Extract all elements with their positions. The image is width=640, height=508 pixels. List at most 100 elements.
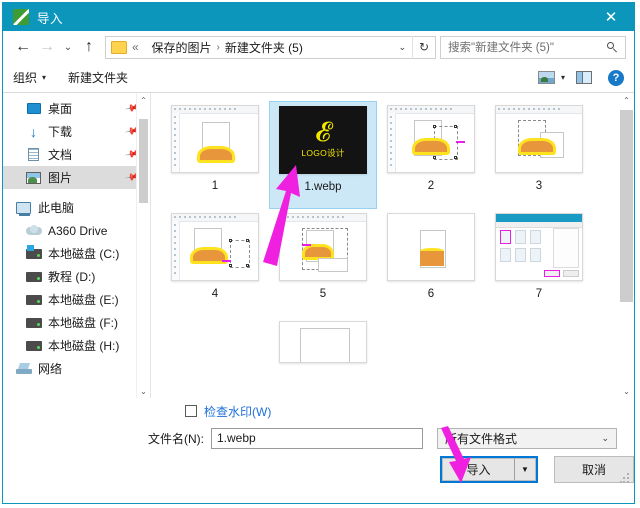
sidebar-item-label: 网络	[38, 362, 63, 376]
navigation-bar: ← → ⌄ ↑ « 保存的图片 › 新建文件夹 (5) ⌄ ↻ 搜索"新建文件夹…	[3, 31, 634, 63]
file-thumbnail	[171, 105, 259, 173]
file-name-label: 5	[319, 288, 327, 300]
file-thumbnail	[387, 213, 475, 281]
sidebar-item-drive-e[interactable]: 本地磁盘 (E:)	[3, 288, 150, 311]
file-thumbnail	[495, 105, 583, 173]
breadcrumb-chevron: ›	[216, 41, 220, 53]
list-item[interactable]: 1	[161, 101, 269, 209]
new-folder-button[interactable]: 新建文件夹	[68, 69, 128, 86]
sidebar-item-pictures[interactable]: 图片 📌	[3, 166, 150, 189]
sidebar-item-desktop[interactable]: 桌面 📌	[3, 97, 150, 120]
watermark-label[interactable]: 检查水印(W)	[204, 403, 271, 420]
file-name-label: 3	[535, 180, 543, 192]
cloud-drive-icon	[25, 225, 42, 236]
title-bar: 导入 ✕	[3, 3, 634, 31]
sidebar-item-label: 本地磁盘 (F:)	[48, 316, 118, 330]
button-row: 导入 ▼ 取消	[15, 452, 634, 486]
preview-pane-icon[interactable]	[576, 71, 592, 84]
scroll-down-icon[interactable]: ⌄	[137, 384, 150, 398]
file-thumbnail	[279, 321, 367, 363]
sidebar-item-label: 此电脑	[38, 201, 75, 215]
list-item[interactable]: 7	[485, 209, 593, 317]
list-item[interactable]: 3	[485, 101, 593, 209]
folder-icon	[111, 40, 127, 54]
scroll-up-icon[interactable]: ⌃	[619, 93, 634, 107]
sidebar-item-a360-drive[interactable]: A360 Drive	[3, 219, 150, 242]
sidebar-item-label: A360 Drive	[48, 223, 108, 238]
thumbnail-view-icon[interactable]	[537, 71, 555, 84]
sidebar-item-network[interactable]: 网络	[3, 357, 150, 380]
list-item[interactable]: 6	[377, 209, 485, 317]
breadcrumb-overflow[interactable]: «	[132, 40, 139, 54]
sidebar-item-drive-c[interactable]: 本地磁盘 (C:)	[3, 242, 150, 265]
organize-button[interactable]: 组织 ▾	[13, 69, 46, 86]
search-input[interactable]: 搜索"新建文件夹 (5)"	[448, 39, 554, 55]
list-item[interactable]: 2	[377, 101, 485, 209]
file-list-view[interactable]: 1 𝓔 LOGO设计 1.webp 2 3 4 5 6 7 ⌃ ⌄	[151, 93, 634, 398]
list-item[interactable]: 4	[161, 209, 269, 317]
sidebar-item-label: 本地磁盘 (E:)	[48, 293, 119, 307]
list-item-selected[interactable]: 𝓔 LOGO设计 1.webp	[269, 101, 377, 209]
file-type-value: 所有文件格式	[445, 431, 518, 446]
sidebar-item-drive-f[interactable]: 本地磁盘 (F:)	[3, 311, 150, 334]
command-toolbar: 组织 ▾ 新建文件夹 ▾ ?	[3, 63, 634, 93]
close-icon[interactable]: ✕	[588, 3, 634, 31]
mini-dialog-preview	[496, 214, 582, 280]
watermark-checkbox[interactable]	[185, 405, 197, 417]
breadcrumb-item-1[interactable]: 新建文件夹 (5)	[225, 39, 303, 56]
help-icon[interactable]: ?	[608, 69, 624, 86]
file-name-label: 6	[427, 288, 435, 300]
list-item[interactable]	[161, 317, 269, 398]
sidebar-item-drive-d[interactable]: 教程 (D:)	[3, 265, 150, 288]
resize-grip[interactable]	[620, 473, 630, 483]
sidebar-item-documents[interactable]: 文档 📌	[3, 143, 150, 166]
scroll-down-icon[interactable]: ⌄	[619, 384, 634, 398]
network-icon	[15, 363, 32, 374]
chevron-down-icon[interactable]: ⌄	[398, 42, 406, 53]
file-name-label: 2	[427, 180, 435, 192]
list-item[interactable]: 5	[269, 209, 377, 317]
watermark-row: 检查水印(W)	[15, 398, 634, 424]
navigation-pane: 桌面 📌 ↓ 下载 📌 文档 📌 图片 📌 此电脑 A360 Drive 本地磁…	[3, 93, 151, 398]
import-file-dialog: 导入 ✕ ← → ⌄ ↑ « 保存的图片 › 新建文件夹 (5) ⌄ ↻ 搜索"…	[2, 2, 635, 504]
window-title: 导入	[37, 11, 64, 26]
import-button[interactable]: 导入	[442, 457, 514, 481]
import-split-button[interactable]: 导入 ▼	[440, 455, 538, 483]
file-thumbnail	[387, 105, 475, 173]
list-item-partial[interactable]	[269, 317, 377, 363]
file-name-label: 7	[535, 288, 543, 300]
recent-locations-button[interactable]: ⌄	[59, 35, 77, 59]
file-list-scrollbar[interactable]: ⌃ ⌄	[619, 93, 634, 398]
app-icon	[13, 9, 29, 25]
back-button[interactable]: ←	[11, 35, 35, 59]
organize-label: 组织	[13, 71, 38, 85]
filename-input[interactable]: 1.webp	[211, 427, 423, 449]
search-box[interactable]: 搜索"新建文件夹 (5)"	[440, 35, 626, 59]
file-grid: 1 𝓔 LOGO设计 1.webp 2 3 4 5 6 7	[151, 93, 634, 398]
file-thumbnail	[171, 213, 259, 281]
drive-icon	[25, 340, 42, 351]
scrollbar-thumb[interactable]	[139, 119, 148, 203]
sidebar-item-downloads[interactable]: ↓ 下载 📌	[3, 120, 150, 143]
breadcrumb-item-0[interactable]: 保存的图片	[151, 39, 211, 56]
sidebar-scrollbar[interactable]: ⌃ ⌄	[136, 93, 150, 398]
scrollbar-thumb[interactable]	[620, 110, 633, 302]
address-bar[interactable]: « 保存的图片 › 新建文件夹 (5) ⌄ ↻	[105, 35, 436, 59]
sidebar-item-label: 文档	[48, 148, 73, 162]
logo-mark: 𝓔	[315, 116, 331, 148]
sidebar-item-this-pc[interactable]: 此电脑	[3, 196, 150, 219]
forward-button[interactable]: →	[35, 35, 59, 59]
scroll-up-icon[interactable]: ⌃	[137, 93, 150, 107]
chevron-down-icon[interactable]: ▾	[561, 73, 565, 82]
system-drive-icon	[25, 244, 42, 259]
refresh-icon[interactable]: ↻	[412, 35, 435, 59]
file-name-label: 1	[211, 180, 219, 192]
import-dropdown-arrow-icon[interactable]: ▼	[514, 457, 536, 481]
sidebar-item-drive-h[interactable]: 本地磁盘 (H:)	[3, 334, 150, 357]
filename-label: 文件名(N):	[148, 431, 204, 446]
drive-icon	[25, 294, 42, 305]
up-button[interactable]: ↑	[77, 35, 101, 59]
dialog-footer: 检查水印(W) 文件名(N): 1.webp 所有文件格式 ⌄ 导入 ▼ 取消	[3, 398, 634, 486]
toolbar-right-group: ▾ ?	[537, 69, 624, 86]
file-type-dropdown[interactable]: 所有文件格式 ⌄	[437, 427, 617, 449]
